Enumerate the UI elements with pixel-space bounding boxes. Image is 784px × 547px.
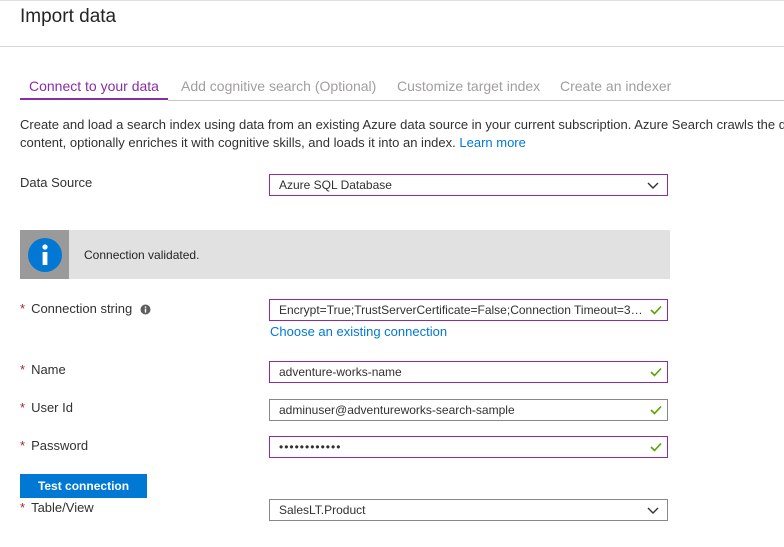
top-border <box>0 0 784 1</box>
active-tab-indicator <box>20 98 168 100</box>
user-id-label-text: User Id <box>31 400 73 415</box>
user-id-value: adminuser@adventureworks-search-sample <box>279 403 515 417</box>
learn-more-link[interactable]: Learn more <box>459 135 525 150</box>
checkmark-icon <box>650 405 662 415</box>
info-banner-text: Connection validated. <box>84 248 200 262</box>
description-line-2-text: content, optionally enriches it with cog… <box>20 135 456 150</box>
tab-add-cognitive-search[interactable]: Add cognitive search (Optional) <box>181 78 376 94</box>
choose-existing-connection-link[interactable]: Choose an existing connection <box>270 324 447 339</box>
required-marker: * <box>20 301 26 316</box>
password-input[interactable]: •••••••••••• <box>269 436 668 458</box>
chevron-down-icon <box>647 507 659 514</box>
name-label: * Name <box>20 362 66 377</box>
tab-customize-target-index[interactable]: Customize target index <box>397 78 540 94</box>
tabs-divider <box>168 100 784 101</box>
password-label: * Password <box>20 438 88 453</box>
table-view-select[interactable]: SalesLT.Product <box>269 499 668 521</box>
checkmark-icon <box>650 305 662 315</box>
required-marker: * <box>20 500 26 515</box>
name-input[interactable]: adventure-works-name <box>269 361 668 383</box>
connection-string-label: * Connection string <box>20 301 151 316</box>
connection-string-input[interactable]: Encrypt=True;TrustServerCertificate=Fals… <box>269 299 668 321</box>
checkmark-icon <box>650 367 662 377</box>
table-view-label-text: Table/View <box>31 500 94 515</box>
data-source-value: Azure SQL Database <box>279 178 392 192</box>
title-divider <box>0 46 784 47</box>
info-icon-box <box>20 230 69 279</box>
user-id-input[interactable]: adminuser@adventureworks-search-sample <box>269 399 668 421</box>
description: Create and load a search index using dat… <box>20 116 784 152</box>
connection-string-label-text: Connection string <box>31 301 133 316</box>
required-marker: * <box>20 362 26 377</box>
description-line-1: Create and load a search index using dat… <box>20 117 784 132</box>
description-line-2: content, optionally enriches it with cog… <box>20 134 784 152</box>
connection-string-value: Encrypt=True;TrustServerCertificate=Fals… <box>279 303 649 317</box>
data-source-label: Data Source <box>20 175 93 190</box>
connection-validated-banner: Connection validated. <box>20 230 670 279</box>
checkmark-icon <box>650 442 662 452</box>
required-marker: * <box>20 438 26 453</box>
wizard-tabs: Connect to your data Add cognitive searc… <box>20 78 784 100</box>
chevron-down-icon <box>647 182 659 189</box>
tab-connect-to-your-data[interactable]: Connect to your data <box>29 78 159 94</box>
required-marker: * <box>20 400 26 415</box>
table-view-label: * Table/View <box>20 500 94 515</box>
table-view-value: SalesLT.Product <box>279 503 366 517</box>
password-label-text: Password <box>31 438 89 453</box>
data-source-select[interactable]: Azure SQL Database <box>269 174 668 196</box>
test-connection-button[interactable]: Test connection <box>20 474 147 498</box>
info-icon <box>28 238 62 272</box>
user-id-label: * User Id <box>20 400 73 415</box>
name-label-text: Name <box>31 362 66 377</box>
info-icon[interactable] <box>140 304 151 315</box>
tab-create-an-indexer[interactable]: Create an indexer <box>560 78 671 94</box>
page-title: Import data <box>20 6 117 27</box>
name-value: adventure-works-name <box>279 365 402 379</box>
password-value: •••••••••••• <box>279 440 342 454</box>
